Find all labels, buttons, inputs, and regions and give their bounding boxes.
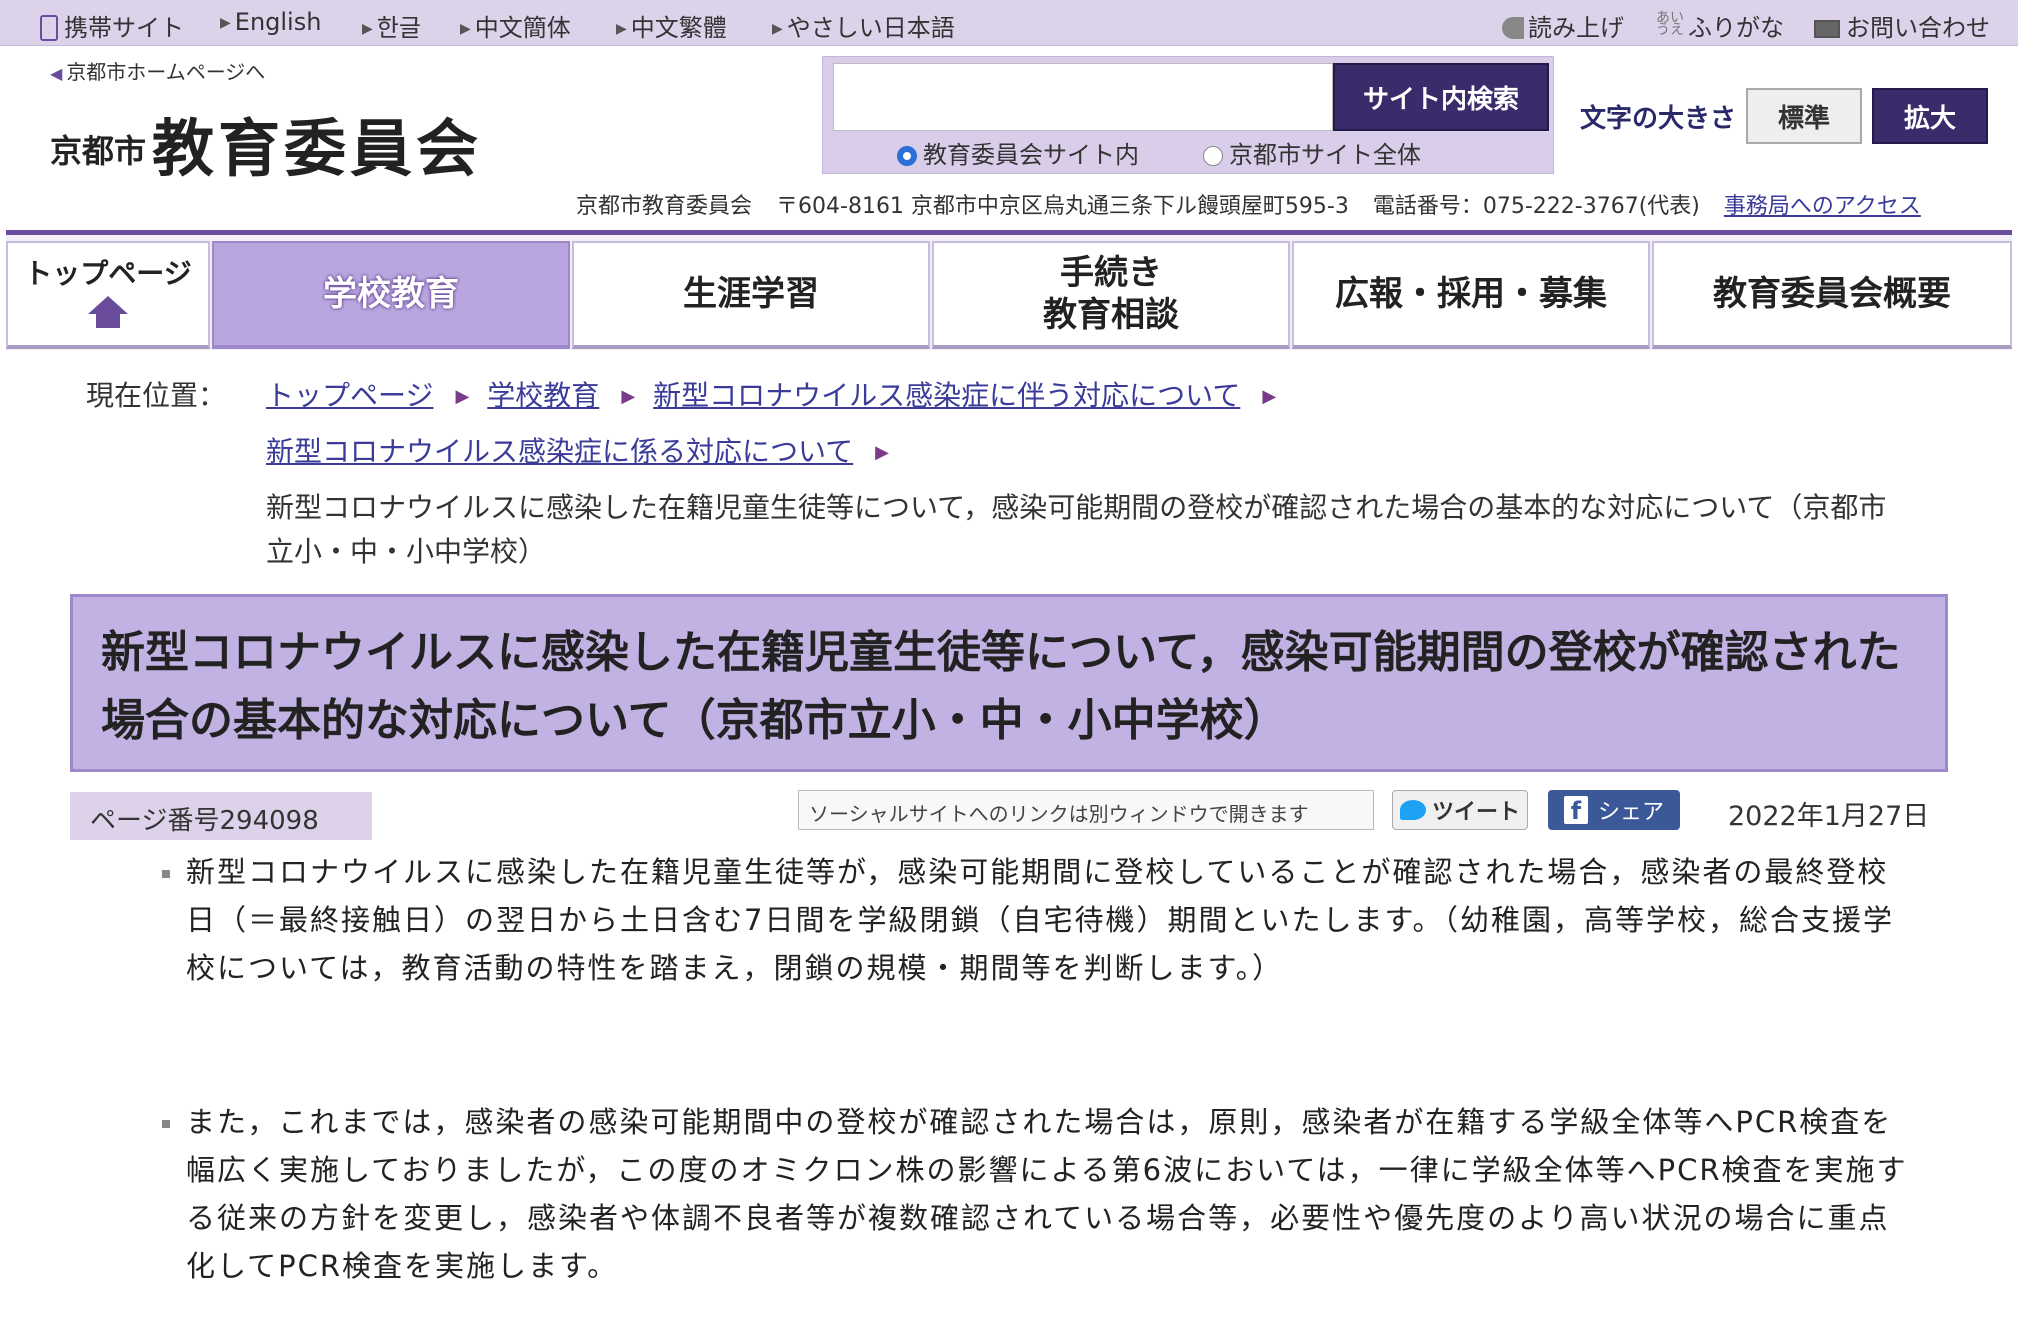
site-search-button[interactable]: サイト内検索 — [1333, 63, 1549, 131]
mobile-phone-icon — [40, 15, 58, 41]
speaker-icon — [1502, 17, 1524, 39]
breadcrumb-current: 新型コロナウイルスに感染した在籍児童生徒等について，感染可能期間の登校が確認され… — [266, 491, 1887, 568]
triangle-right-icon: ▶ — [616, 21, 627, 37]
page-number: ページ番号294098 — [70, 792, 372, 840]
read-aloud-link[interactable]: 読み上げ — [1502, 8, 1624, 43]
breadcrumb-arrow-icon: ▶ — [875, 442, 890, 463]
triangle-right-icon: ▶ — [460, 21, 471, 37]
twitter-bird-icon — [1399, 800, 1426, 820]
nav-lifelong-learning[interactable]: 生涯学習 — [572, 241, 930, 349]
english-link[interactable]: ▶ English — [220, 8, 321, 36]
easy-japanese-link[interactable]: ▶ やさしい日本語 — [772, 8, 955, 43]
page-title: 新型コロナウイルスに感染した在籍児童生徒等について，感染可能期間の登校が確認され… — [70, 594, 1948, 772]
scope-city-radio[interactable]: 京都市サイト全体 — [1203, 135, 1421, 170]
nav-procedures[interactable]: 手続き 教育相談 — [932, 241, 1290, 349]
triangle-left-icon: ◀ — [50, 64, 63, 83]
breadcrumb-covid-measures[interactable]: 新型コロナウイルス感染症に係る対応について — [266, 435, 853, 468]
mobile-site-link[interactable]: 携帯サイト — [40, 8, 184, 43]
radio-checked-icon — [897, 146, 917, 166]
korean-link[interactable]: ▶ 한글 — [362, 8, 421, 43]
global-nav: トップページ 学校教育 生涯学習 手続き 教育相談 広報・採用・募集 教育委員会概… — [6, 230, 2012, 350]
breadcrumb-arrow-icon: ▶ — [621, 386, 636, 407]
nav-board-overview[interactable]: 教育委員会概要 — [1652, 241, 2012, 349]
search-panel: サイト内検索 教育委員会サイト内 京都市サイト全体 — [822, 56, 1554, 174]
triangle-right-icon: ▶ — [220, 15, 231, 31]
chinese-simplified-link[interactable]: ▶ 中文簡体 — [460, 8, 571, 43]
breadcrumb-label: 現在位置： — [86, 379, 227, 412]
font-size-normal-button[interactable]: 標準 — [1746, 88, 1862, 144]
facebook-icon: f — [1563, 796, 1588, 825]
office-address: 京都市教育委員会 〒604-8161 京都市中京区烏丸通三条下ル饅頭屋町595-3… — [576, 194, 1921, 219]
breadcrumb-line2: 新型コロナウイルス感染症に係る対応について ▶ — [266, 430, 907, 470]
triangle-right-icon: ▶ — [772, 21, 783, 37]
bullet-icon — [162, 870, 170, 878]
bullet-icon — [162, 1120, 170, 1128]
social-link-note: ソーシャルサイトへのリンクは別ウィンドウで開きます — [798, 790, 1374, 830]
triangle-right-icon: ▶ — [362, 21, 373, 37]
publish-date: 2022年1月27日 — [1728, 801, 1930, 832]
nav-school-education[interactable]: 学校教育 — [212, 241, 570, 349]
breadcrumb-arrow-icon: ▶ — [455, 386, 470, 407]
mail-icon — [1814, 20, 1840, 38]
utility-bar: 携帯サイト ▶ English ▶ 한글 ▶ 中文簡体 ▶ 中文繁體 ▶ やさしい日本語 … — [0, 0, 2018, 46]
search-input[interactable] — [833, 63, 1333, 131]
nav-pr-recruitment[interactable]: 広報・採用・募集 — [1292, 241, 1650, 349]
scope-board-radio[interactable]: 教育委員会サイト内 — [897, 135, 1139, 170]
breadcrumb-top-page[interactable]: トップページ — [266, 379, 433, 412]
site-logo[interactable]: 京都市教育委員会 — [50, 98, 482, 188]
breadcrumb: トップページ ▶ 学校教育 ▶ 新型コロナウイルス感染症に伴う対応について ▶ — [266, 374, 1294, 414]
breadcrumb-arrow-icon: ▶ — [1262, 386, 1277, 407]
facebook-share-button[interactable]: f シェア — [1548, 790, 1680, 830]
font-size-label: 文字の大きさ — [1580, 104, 1737, 134]
radio-unchecked-icon — [1203, 146, 1223, 166]
nav-top-page[interactable]: トップページ — [6, 241, 210, 349]
breadcrumb-covid-response[interactable]: 新型コロナウイルス感染症に伴う対応について — [653, 379, 1240, 412]
furigana-link[interactable]: あい うえ ふりがな — [1656, 8, 1784, 43]
contact-link[interactable]: お問い合わせ — [1814, 8, 1990, 43]
breadcrumb-school-education[interactable]: 学校教育 — [487, 379, 599, 412]
chinese-traditional-link[interactable]: ▶ 中文繁體 — [616, 8, 727, 43]
tweet-button[interactable]: ツイート — [1392, 790, 1528, 830]
city-home-link[interactable]: ◀ 京都市ホームページへ — [50, 56, 265, 85]
list-item: 新型コロナウイルスに感染した在籍児童生徒等が，感染可能期間に登校していることが確… — [162, 848, 1916, 992]
font-size-large-button[interactable]: 拡大 — [1872, 88, 1988, 144]
list-item: また，これまでは，感染者の感染可能期間中の登校が確認された場合は，原則，感染者が… — [162, 1098, 1916, 1290]
home-icon — [88, 296, 128, 330]
access-link[interactable]: 事務局へのアクセス — [1724, 194, 1921, 219]
furigana-icon: あい うえ — [1656, 10, 1684, 38]
